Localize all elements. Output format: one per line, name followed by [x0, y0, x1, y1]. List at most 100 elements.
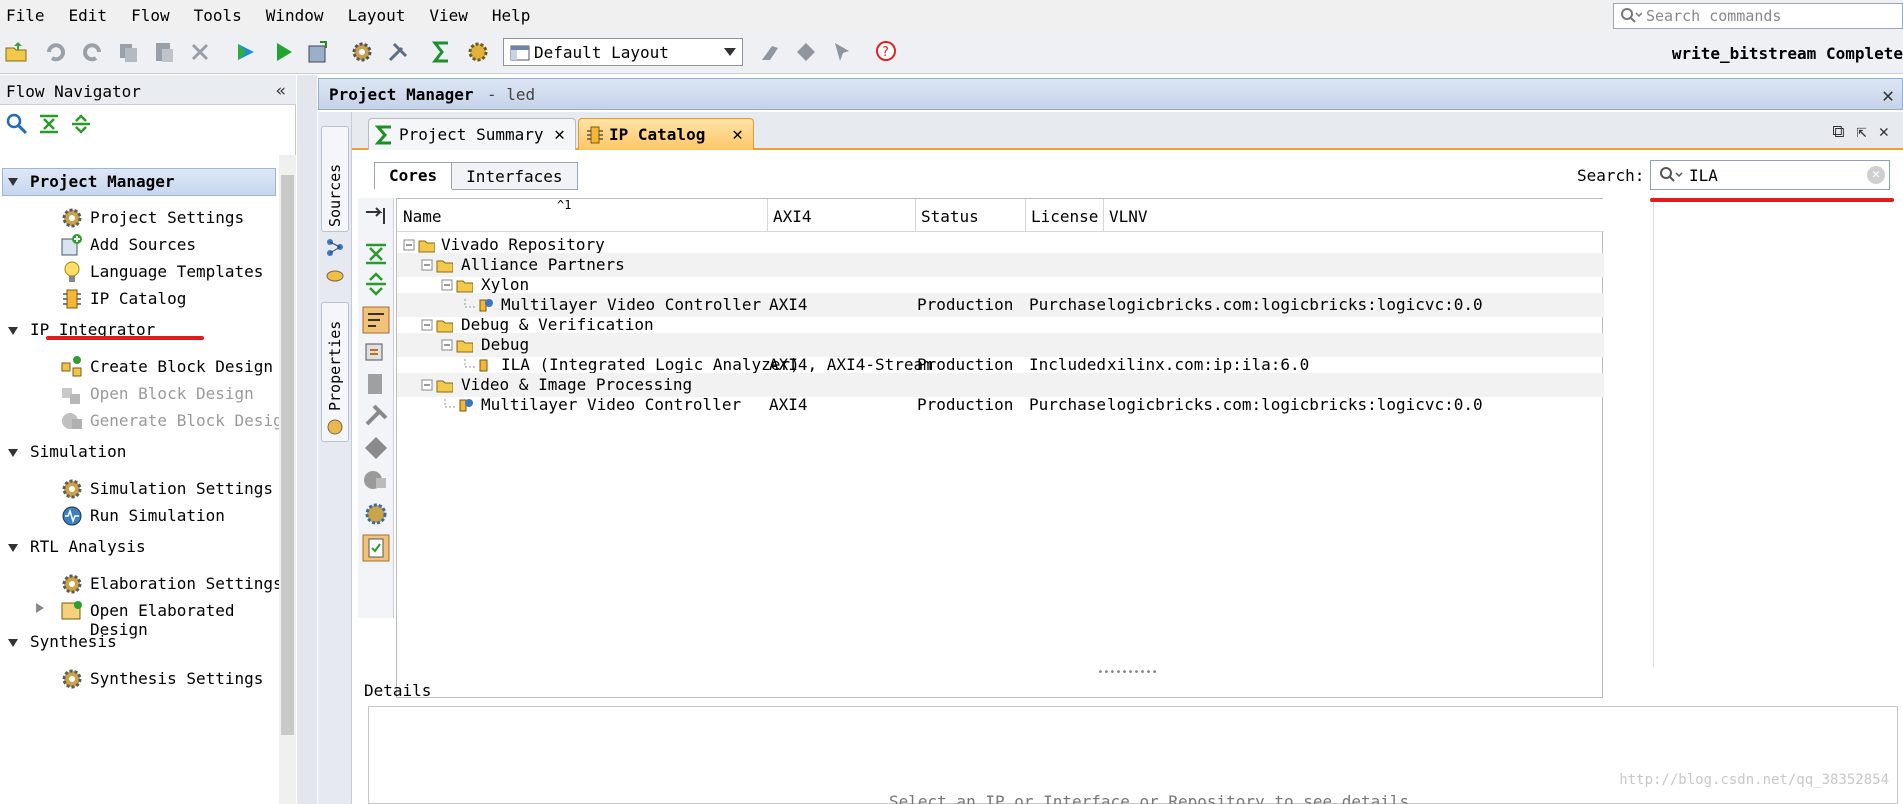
copy-icon[interactable]	[114, 38, 142, 66]
undo-icon[interactable]	[42, 38, 70, 66]
run-implementation-icon[interactable]	[270, 38, 298, 66]
menu-file[interactable]: File	[6, 6, 45, 25]
subtab-cores[interactable]: Cores	[374, 162, 453, 190]
search-icon[interactable]	[6, 113, 28, 135]
nav-item-generate-block-design[interactable]: Generate Block Design	[90, 411, 292, 430]
collapse-all-icon[interactable]	[362, 240, 390, 268]
diamond-icon[interactable]	[362, 434, 390, 462]
search-icon	[1621, 8, 1642, 23]
scrollbar-thumb[interactable]	[281, 175, 294, 735]
expand-triangle-icon[interactable]	[8, 327, 18, 335]
clear-search-icon[interactable]: ✕	[1867, 166, 1885, 184]
nav-item-simulation-settings[interactable]: Simulation Settings	[90, 479, 273, 498]
column-separator[interactable]	[915, 199, 916, 232]
panel-splitter[interactable]	[297, 75, 317, 804]
nav-item-ip-catalog[interactable]: IP Catalog	[90, 289, 186, 308]
menu-flow[interactable]: Flow	[131, 6, 170, 25]
ip-search-input[interactable]: ILA ✕	[1650, 160, 1890, 190]
filter-icon[interactable]	[362, 306, 390, 334]
report-sum-icon[interactable]	[428, 38, 456, 66]
collapse-icon[interactable]: «	[276, 81, 286, 101]
collapse-all-icon[interactable]	[38, 113, 60, 135]
details-splitter[interactable]: ••••••••••	[352, 666, 1903, 678]
add-repository-icon[interactable]	[362, 338, 390, 366]
close-icon[interactable]: ✕	[1879, 122, 1889, 142]
menu-tools[interactable]: Tools	[194, 6, 242, 25]
nav-item-create-block-design[interactable]: Create Block Design	[90, 357, 273, 376]
tools-icon[interactable]	[384, 38, 412, 66]
column-license[interactable]: License	[1031, 207, 1098, 226]
nav-section-project-manager[interactable]: Project Manager	[30, 172, 175, 191]
ip-package-icon[interactable]	[362, 466, 390, 494]
menu-help[interactable]: Help	[492, 6, 531, 25]
flow-navigator-toolbar	[0, 105, 296, 145]
expand-triangle-icon[interactable]	[8, 449, 18, 457]
column-status[interactable]: Status	[921, 207, 979, 226]
subtab-interfaces[interactable]: Interfaces	[452, 162, 578, 190]
column-vlnv[interactable]: VLNV	[1109, 207, 1148, 226]
tab-ip-catalog[interactable]: IP Catalog ✕	[578, 118, 754, 150]
expand-triangle-icon[interactable]	[8, 178, 18, 186]
expand-all-icon[interactable]	[362, 270, 390, 298]
side-tab-properties[interactable]: Properties	[321, 302, 349, 442]
nav-item-language-templates[interactable]: Language Templates	[90, 262, 263, 281]
nav-item-add-sources[interactable]: Add Sources	[90, 235, 196, 254]
paste-icon[interactable]	[150, 38, 178, 66]
nav-item-elaboration-settings[interactable]: Elaboration Settings	[90, 574, 283, 593]
expand-column-icon[interactable]	[362, 204, 390, 232]
hierarchy-icon[interactable]	[325, 237, 345, 257]
nav-item-project-settings[interactable]: Project Settings	[90, 208, 244, 227]
delete-icon[interactable]	[186, 38, 214, 66]
report-icon[interactable]	[362, 534, 390, 562]
side-tab-sources-label: Sources	[326, 163, 344, 227]
close-icon[interactable]: ✕	[1882, 83, 1894, 107]
pointer-icon[interactable]	[828, 38, 856, 66]
restore-icon[interactable]: ⧉	[1832, 122, 1844, 142]
customize-ip-icon[interactable]	[362, 370, 390, 398]
nav-section-simulation[interactable]: Simulation	[30, 442, 126, 461]
debug-icon[interactable]	[792, 38, 820, 66]
search-commands-input[interactable]: Search commands	[1613, 3, 1903, 29]
nav-section-synthesis[interactable]: Synthesis	[30, 632, 117, 651]
nav-section-rtl-analysis[interactable]: RTL Analysis	[30, 537, 146, 556]
libraries-icon[interactable]	[325, 266, 345, 286]
program-device-icon[interactable]	[304, 38, 332, 66]
settings-gear-icon[interactable]	[362, 500, 390, 528]
column-separator[interactable]	[767, 199, 768, 232]
column-separator[interactable]	[1025, 199, 1026, 232]
nav-item-open-elaborated-design[interactable]: Open Elaborated Design	[90, 601, 295, 639]
help-icon[interactable]: ?	[872, 38, 900, 66]
row-vlnv: xilinx.com:ip:ila:6.0	[1107, 355, 1310, 374]
open-project-icon[interactable]	[2, 38, 30, 66]
menu-edit[interactable]: Edit	[69, 6, 108, 25]
tab-project-summary[interactable]: Project Summary ✕	[368, 118, 576, 150]
marker-icon[interactable]	[756, 38, 784, 66]
gear-sync-icon[interactable]	[464, 38, 492, 66]
wrench-icon[interactable]	[362, 402, 390, 430]
nav-item-run-simulation[interactable]: Run Simulation	[90, 506, 225, 525]
main-toolbar: Default Layout ? write_bitstream Complet…	[0, 30, 1903, 74]
column-name[interactable]: Name	[403, 207, 442, 226]
close-icon[interactable]: ✕	[554, 124, 565, 145]
nav-item-open-block-design[interactable]: Open Block Design	[90, 384, 254, 403]
run-icon[interactable]	[232, 38, 260, 66]
menu-layout[interactable]: Layout	[348, 6, 406, 25]
redo-icon[interactable]	[78, 38, 106, 66]
column-separator[interactable]	[1103, 199, 1104, 232]
settings-gear-icon[interactable]	[348, 38, 376, 66]
menu-window[interactable]: Window	[266, 6, 324, 25]
folder-open-icon	[403, 239, 435, 253]
nav-item-synthesis-settings[interactable]: Synthesis Settings	[90, 669, 263, 688]
table-row[interactable]: Multilayer Video Controller AXI4 Product…	[397, 393, 1604, 417]
column-axi4[interactable]: AXI4	[773, 207, 812, 226]
close-icon[interactable]: ✕	[732, 124, 743, 145]
side-tab-sources[interactable]: Sources	[321, 126, 349, 232]
expand-triangle-icon[interactable]	[36, 603, 44, 613]
layout-dropdown[interactable]: Default Layout	[503, 38, 743, 66]
expand-all-icon[interactable]	[70, 113, 92, 135]
maximize-icon[interactable]: ⇱	[1857, 122, 1867, 142]
create-block-design-icon	[61, 356, 82, 377]
expand-triangle-icon[interactable]	[8, 544, 18, 552]
menu-view[interactable]: View	[429, 6, 468, 25]
expand-triangle-icon[interactable]	[8, 639, 18, 647]
